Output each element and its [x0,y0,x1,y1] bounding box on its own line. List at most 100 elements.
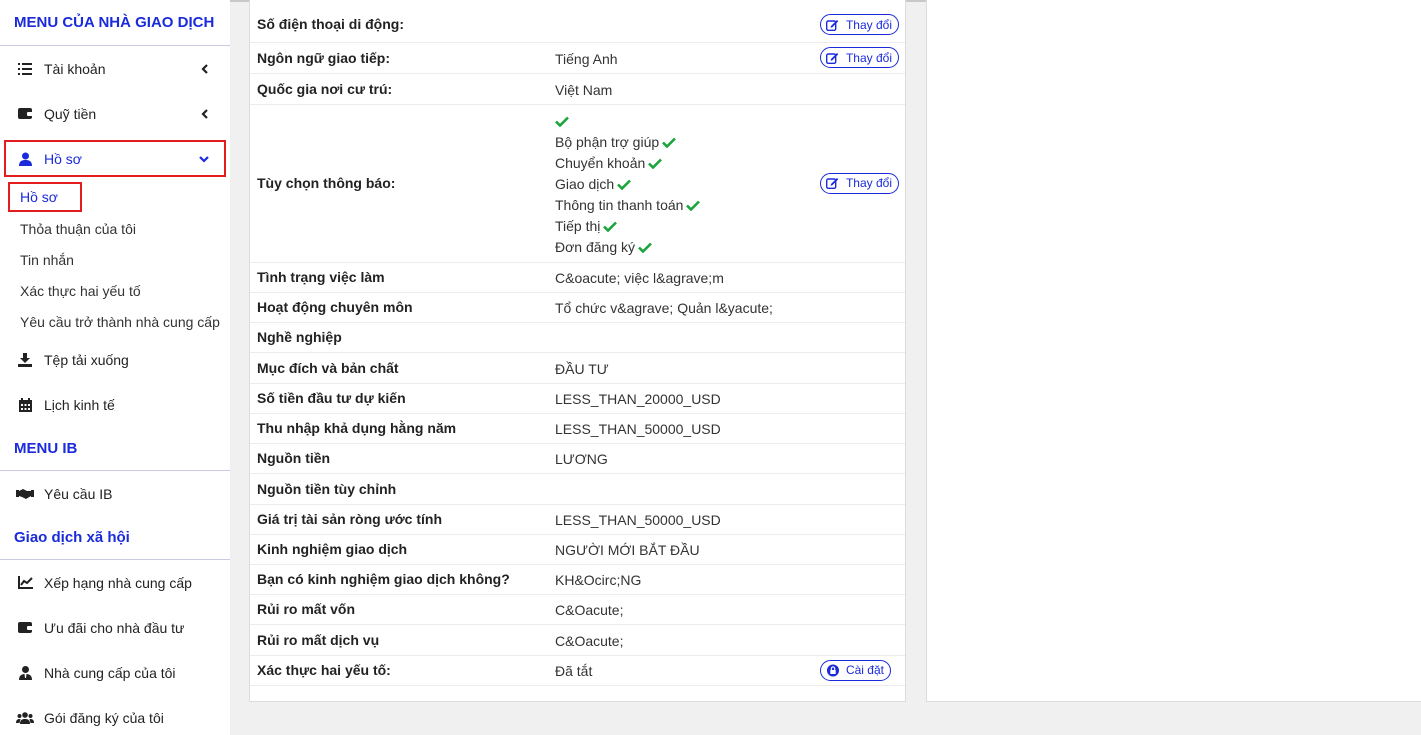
table-row: Quốc gia nơi cư trú: Việt Nam [250,73,905,105]
sidebar-item-label: Nhà cung cấp của tôi [44,664,176,681]
sidebar-item-my-providers[interactable]: Nhà cung cấp của tôi [0,650,230,695]
list-icon [16,61,34,77]
chevron-down-icon [199,154,209,164]
social-trading-title: Giao dịch xã hội [0,516,230,560]
sidebar-item-funds[interactable]: Quỹ tiền [0,91,230,136]
sub-item-become-provider[interactable]: Yêu cầu trở thành nhà cung cấp [0,306,230,337]
row-action [795,413,905,444]
row-action: Cài đặt [795,655,905,686]
notification-option: Chuyển khoản [555,153,795,174]
table-row: Tùy chọn thông báo: Bộ phận trợ giúp Chu… [250,104,905,263]
row-value: C&Oacute; [555,624,795,656]
sidebar-item-economic-calendar[interactable]: Lịch kinh tế [0,382,230,427]
row-value: Tổ chức v&agrave; Quản l&yacute; [555,292,795,323]
sidebar-item-downloads[interactable]: Tệp tải xuống [0,337,230,382]
row-label: Tùy chọn thông báo: [250,104,555,263]
sidebar-item-ib-request[interactable]: Yêu cầu IB [0,471,230,516]
sub-item-profile[interactable]: Hồ sơ [0,181,230,213]
chart-line-icon [16,575,34,591]
sidebar-item-label: Quỹ tiền [44,105,97,122]
check-icon [617,179,632,190]
row-label: Số tiền đầu tư dự kiến [250,383,555,414]
right-panel [926,0,1421,702]
check-icon [638,242,652,253]
table-row: Rủi ro mất vốn C&Oacute; [250,594,905,625]
row-action [795,352,905,384]
table-row: Giá trị tài sản ròng ước tính LESS_THAN_… [250,504,905,535]
sub-item-agreements[interactable]: Thỏa thuận của tôi [0,213,230,244]
row-value: KH&Ocirc;NG [555,564,795,595]
row-label: Xác thực hai yếu tố: [250,655,555,686]
sidebar-item-label: Xếp hạng nhà cung cấp [44,574,192,591]
sidebar-item-label: Tệp tải xuống [44,351,129,368]
row-action: Thay đổi [795,42,905,74]
button-label: Cài đặt [845,663,884,677]
button-label: Thay đổi [845,50,892,65]
notification-label: Đơn đăng ký [555,239,636,255]
change-language-button[interactable]: Thay đổi [819,47,899,68]
row-value [555,322,795,353]
sidebar-item-investor-offers[interactable]: Ưu đãi cho nhà đầu tư [0,605,230,650]
sidebar-item-account[interactable]: Tài khoản [0,46,230,91]
edit-icon [826,51,840,65]
row-value: C&oacute; việc l&agrave;m [555,262,795,293]
user-icon [16,151,34,167]
sub-item-two-factor[interactable]: Xác thực hai yếu tố [0,275,230,306]
row-value: LESS_THAN_20000_USD [555,383,795,414]
sidebar-item-provider-ranking[interactable]: Xếp hạng nhà cung cấp [0,560,230,605]
check-icon [603,221,618,232]
notification-label: Chuyển khoản [555,155,646,171]
sub-item-label: Xác thực hai yếu tố [20,282,141,299]
row-label: Bạn có kinh nghiệm giao dịch không? [250,564,555,595]
row-action: Thay đổi [795,104,905,263]
notification-option: Bộ phận trợ giúp [555,132,795,153]
sidebar-item-label: Hồ sơ [44,150,82,167]
row-action [795,534,905,565]
table-row: Nguồn tiền tùy chỉnh [250,473,905,505]
sidebar-item-profile[interactable]: Hồ sơ [4,140,226,177]
check-icon [686,200,701,211]
sidebar-item-my-subscriptions[interactable]: Gói đăng ký của tôi [0,695,230,735]
notification-option: Đơn đăng ký [555,237,795,258]
calendar-icon [16,397,34,413]
table-row: Kinh nghiệm giao dịch NGƯỜI MỚI BẮT ĐẦU [250,534,905,565]
check-icon [555,116,569,127]
ib-menu-title-text: MENU IB [14,440,78,457]
row-label: Rủi ro mất dịch vụ [250,624,555,656]
chevron-left-icon [200,63,210,74]
row-action: Thay đổi [795,0,905,43]
row-value: Tiếng Anh [555,42,795,74]
wallet-icon [16,106,34,122]
row-label: Thu nhập khả dụng hằng năm [250,413,555,444]
sub-item-label: Tin nhắn [20,251,74,268]
sidebar-item-label: Tài khoản [44,60,106,77]
row-action [795,443,905,474]
change-notifications-button[interactable]: Thay đổi [819,172,899,194]
social-trading-title-text: Giao dịch xã hội [14,529,130,546]
edit-icon [826,176,840,190]
row-label: Ngôn ngữ giao tiếp: [250,42,555,74]
lock-icon [826,663,840,677]
sidebar-item-label: Gói đăng ký của tôi [44,709,164,726]
table-row: Nghề nghiệp [250,322,905,353]
change-phone-button[interactable]: Thay đổi [819,14,899,35]
row-label: Rủi ro mất vốn [250,594,555,625]
trader-menu-title-text: MENU CỦA NHÀ GIAO DỊCH [14,14,215,31]
row-label: Quốc gia nơi cư trú: [250,73,555,105]
row-value [555,473,795,505]
setup-two-factor-button[interactable]: Cài đặt [819,659,891,681]
sub-item-messages[interactable]: Tin nhắn [0,244,230,275]
notification-label: Thông tin thanh toán [555,197,684,213]
sub-item-label: Thỏa thuận của tôi [20,220,136,237]
row-label: Mục đích và bản chất [250,352,555,384]
handshake-icon [16,486,34,502]
ib-menu-title: MENU IB [0,427,230,471]
table-row: Rủi ro mất dịch vụ C&Oacute; [250,624,905,656]
row-value [555,0,795,43]
notification-option [555,111,795,132]
row-action [795,504,905,535]
button-label: Thay đổi [845,17,892,32]
trader-menu-title: MENU CỦA NHÀ GIAO DỊCH [0,0,230,46]
check-icon [662,137,677,148]
user-tie-icon [16,665,34,681]
